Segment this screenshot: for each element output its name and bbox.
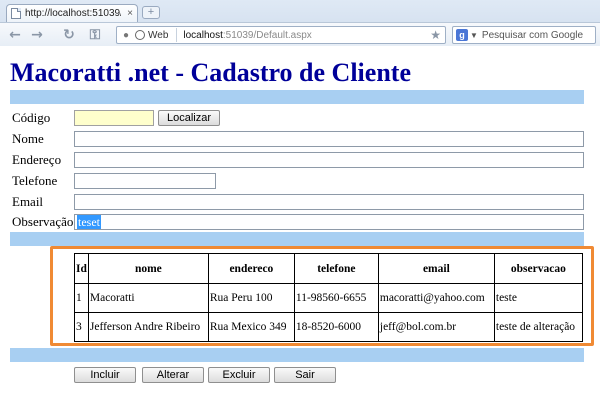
codigo-label: Código — [12, 110, 51, 125]
cell-nome: Macoratti — [87, 283, 209, 313]
telefone-label: Telefone — [12, 173, 58, 188]
cell-observacao: teste — [493, 283, 583, 313]
email-label: Email — [12, 194, 44, 209]
nome-input[interactable] — [74, 131, 584, 147]
excluir-button[interactable]: Excluir — [208, 367, 270, 383]
cell-email: macoratti@yahoo.com — [377, 283, 495, 313]
url-host: localhost — [183, 29, 223, 41]
endereco-input[interactable] — [74, 152, 584, 168]
chevron-down-icon[interactable]: ▼ — [470, 31, 478, 40]
page-icon — [11, 8, 21, 19]
col-header-observacao: observacao — [493, 253, 583, 284]
cell-endereco: Rua Mexico 349 — [207, 312, 295, 342]
url-path: :51039/Default.aspx — [222, 29, 312, 41]
page-title: Macoratti .net - Cadastro de Cliente — [10, 58, 411, 87]
star-icon[interactable]: ★ — [430, 28, 441, 42]
navigation-bar: ← → ↻ ⚿ ● Web localhost :51039/Default.a… — [0, 22, 600, 46]
col-header-nome: nome — [87, 253, 209, 284]
tab-title: http://localhost:51039/... — [25, 8, 121, 19]
address-bar[interactable]: ● Web localhost :51039/Default.aspx ★ — [116, 26, 446, 44]
table-row[interactable]: 1 Macoratti Rua Peru 100 11-98560-6655 m… — [74, 283, 583, 313]
reload-icon[interactable]: ↻ — [60, 26, 78, 44]
observacao-input[interactable]: teset — [74, 214, 584, 230]
search-placeholder: Pesquisar com Google — [481, 29, 584, 41]
key-icon[interactable]: ⚿ — [86, 26, 104, 44]
browser-chrome: http://localhost:51039/... × + ← → ↻ ⚿ ●… — [0, 0, 600, 46]
observacao-label: Observação — [12, 214, 74, 229]
endereco-label: Endereço — [12, 152, 62, 167]
cell-id: 1 — [74, 283, 89, 313]
google-icon[interactable]: g — [456, 29, 468, 41]
grid-top-band — [10, 232, 584, 246]
new-tab-button[interactable]: + — [142, 6, 160, 19]
col-header-endereco: endereco — [207, 253, 295, 284]
nome-label: Nome — [12, 131, 44, 146]
cell-observacao: teste de alteração — [493, 312, 583, 342]
header-band — [10, 90, 584, 104]
alterar-button[interactable]: Alterar — [142, 367, 204, 383]
cell-telefone: 18-8520-6000 — [293, 312, 379, 342]
col-header-telefone: telefone — [293, 253, 379, 284]
footer-band — [10, 348, 584, 362]
forward-arrow-icon[interactable]: → — [28, 26, 46, 44]
col-header-email: email — [377, 253, 495, 284]
back-arrow-icon[interactable]: ← — [6, 26, 24, 44]
col-header-id: Id — [74, 253, 89, 284]
localizar-button[interactable]: Localizar — [158, 110, 220, 126]
globe-icon — [135, 30, 145, 40]
incluir-button[interactable]: Incluir — [74, 367, 136, 383]
cell-nome: Jefferson Andre Ribeiro — [87, 312, 209, 342]
clients-grid: Id nome endereco telefone email observac… — [74, 253, 583, 342]
telefone-input[interactable] — [74, 173, 216, 189]
cell-email: jeff@bol.com.br — [377, 312, 495, 342]
observacao-selected-text: teset — [77, 215, 101, 229]
grid-header-row: Id nome endereco telefone email observac… — [74, 253, 583, 284]
divider — [176, 28, 178, 42]
cell-id: 3 — [74, 312, 89, 342]
codigo-input[interactable] — [74, 110, 154, 126]
cell-endereco: Rua Peru 100 — [207, 283, 295, 313]
search-box[interactable]: g ▼ Pesquisar com Google — [452, 26, 596, 44]
location-pin-icon: ● — [122, 29, 130, 41]
close-tab-icon[interactable]: × — [127, 8, 133, 19]
table-row[interactable]: 3 Jefferson Andre Ribeiro Rua Mexico 349… — [74, 312, 583, 342]
web-label: Web — [148, 29, 169, 41]
email-input[interactable] — [74, 194, 584, 210]
sair-button[interactable]: Sair — [274, 367, 336, 383]
cell-telefone: 11-98560-6655 — [293, 283, 379, 313]
browser-tab[interactable]: http://localhost:51039/... × — [6, 4, 138, 22]
